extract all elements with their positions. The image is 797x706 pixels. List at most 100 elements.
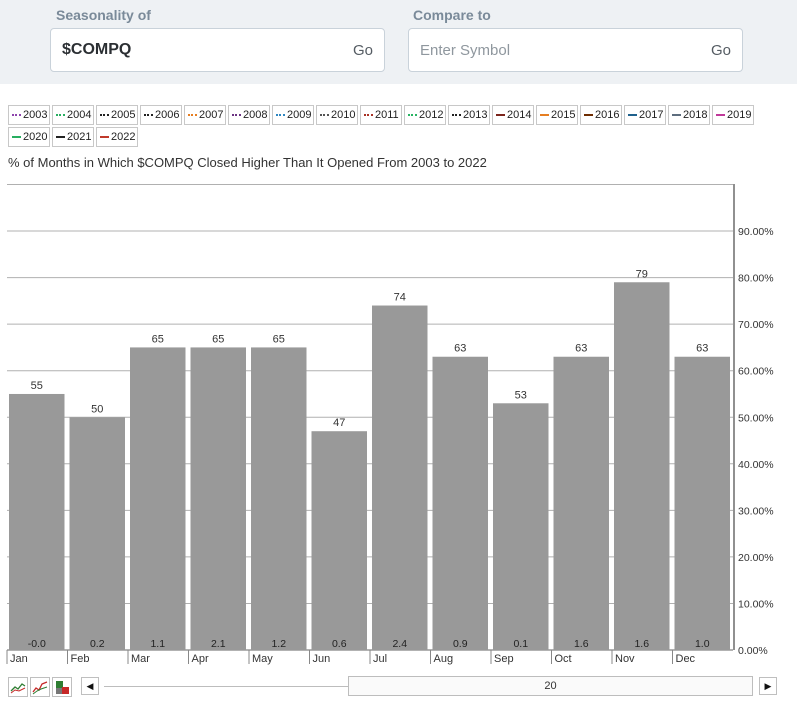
bar-bottom-label: 1.6 [634, 638, 649, 650]
legend-item-2017[interactable]: 2017 [624, 105, 666, 125]
bar-sep [493, 403, 549, 650]
bar-value-label: 63 [454, 343, 466, 355]
bar-bottom-label: 1.1 [150, 638, 165, 650]
bar-jan [9, 393, 65, 650]
scroll-right-button[interactable]: ▶ [759, 677, 777, 695]
legend-year-label: 2006 [155, 109, 180, 121]
legend-item-2018[interactable]: 2018 [668, 105, 710, 125]
month-label: Jun [313, 653, 331, 665]
seasonality-app: Seasonality of $COMPQ Go Compare to Ente… [0, 0, 797, 706]
legend-item-2005[interactable]: 2005 [96, 105, 138, 125]
legend-item-2007[interactable]: 2007 [184, 105, 226, 125]
legend-swatch [12, 114, 21, 117]
bar-dec [674, 356, 730, 650]
compare-input[interactable]: Enter Symbol Go [408, 28, 743, 72]
bar-nov [614, 282, 670, 650]
bar-oct [553, 356, 609, 650]
slider-track[interactable] [104, 686, 348, 687]
month-label: Apr [192, 653, 209, 665]
legend-item-2011[interactable]: 2011 [360, 105, 402, 125]
month-label: Oct [555, 653, 572, 665]
trend-chart-icon[interactable] [30, 677, 50, 697]
legend-swatch [628, 114, 637, 117]
seasonality-label: Seasonality of [56, 7, 151, 23]
legend-swatch [276, 114, 285, 117]
bar-bottom-label: 0.1 [513, 638, 528, 650]
month-label: Feb [71, 653, 90, 665]
slider-thumb[interactable]: 20 [348, 676, 753, 696]
bar-value-label: 47 [333, 417, 345, 429]
legend-swatch [100, 114, 109, 117]
bar-value-label: 79 [636, 268, 648, 280]
legend-swatch [188, 114, 197, 117]
compare-placeholder: Enter Symbol [420, 42, 511, 59]
bar-bottom-label: 1.6 [574, 638, 589, 650]
legend-swatch [144, 114, 153, 117]
legend-year-label: 2005 [111, 109, 136, 121]
bar-chart-icon[interactable] [52, 677, 72, 697]
legend-item-2021[interactable]: 2021 [52, 127, 94, 147]
legend-swatch [540, 114, 549, 117]
seasonality-chart: 0.00% 10.00% 20.00% 30.00% 40.00% 50.00% 60.00… [6, 184, 774, 665]
legend-swatch [56, 136, 65, 139]
legend-item-2003[interactable]: 2003 [8, 105, 50, 125]
bar-bottom-label: -0.0 [28, 638, 46, 650]
legend-swatch [320, 114, 329, 117]
bar-bottom-label: 0.6 [332, 638, 347, 650]
legend-item-2016[interactable]: 2016 [580, 105, 622, 125]
month-label: Dec [676, 653, 696, 665]
bar-jul [372, 305, 428, 650]
legend-swatch [56, 114, 65, 117]
legend-item-2009[interactable]: 2009 [272, 105, 314, 125]
legend-item-2014[interactable]: 2014 [492, 105, 534, 125]
line-chart-icon[interactable] [8, 677, 28, 697]
legend-item-2006[interactable]: 2006 [140, 105, 182, 125]
bar-value-label: 63 [696, 343, 708, 355]
legend-year-label: 2020 [23, 131, 48, 143]
legend-year-label: 2007 [199, 109, 224, 121]
bar-bottom-label: 1.2 [271, 638, 286, 650]
legend-swatch [232, 114, 241, 117]
legend-item-2004[interactable]: 2004 [52, 105, 94, 125]
legend-year-label: 2022 [111, 131, 136, 143]
legend-year-label: 2003 [23, 109, 48, 121]
month-label: Jan [10, 653, 28, 665]
bar-bottom-label: 2.4 [392, 638, 407, 650]
legend-year-label: 2016 [595, 109, 620, 121]
y-tick-label: 60.00% [738, 366, 774, 378]
legend-swatch [100, 136, 109, 139]
bar-value-label: 65 [212, 333, 224, 345]
seasonality-input[interactable]: $COMPQ Go [50, 28, 385, 72]
compare-go-button[interactable]: Go [711, 42, 731, 59]
legend-item-2022[interactable]: 2022 [96, 127, 138, 147]
y-tick-label: 30.00% [738, 505, 774, 517]
legend-year-label: 2018 [683, 109, 708, 121]
bar-mar [130, 347, 186, 650]
seasonality-go-button[interactable]: Go [353, 42, 373, 59]
month-label: Nov [615, 653, 635, 665]
bar-may [251, 347, 307, 650]
legend-item-2008[interactable]: 2008 [228, 105, 270, 125]
legend-item-2019[interactable]: 2019 [712, 105, 754, 125]
legend-swatch [716, 114, 725, 117]
scroll-left-button[interactable]: ◀ [81, 677, 99, 695]
legend-swatch [452, 114, 461, 117]
bar-bottom-label: 1.0 [695, 638, 710, 650]
month-label: Jul [373, 653, 387, 665]
y-tick-label: 50.00% [738, 412, 774, 424]
legend-swatch [672, 114, 681, 117]
legend-item-2015[interactable]: 2015 [536, 105, 578, 125]
legend-year-label: 2004 [67, 109, 92, 121]
legend-year-label: 2014 [507, 109, 532, 121]
bar-value-label: 55 [31, 380, 43, 392]
legend-item-2013[interactable]: 2013 [448, 105, 490, 125]
bar-value-label: 65 [152, 333, 164, 345]
legend-year-label: 2019 [727, 109, 752, 121]
legend-year-label: 2017 [639, 109, 664, 121]
y-tick-label: 20.00% [738, 552, 774, 564]
y-tick-label: 10.00% [738, 598, 774, 610]
legend-item-2012[interactable]: 2012 [404, 105, 446, 125]
legend-swatch [496, 114, 505, 117]
legend-item-2020[interactable]: 2020 [8, 127, 50, 147]
legend-item-2010[interactable]: 2010 [316, 105, 358, 125]
